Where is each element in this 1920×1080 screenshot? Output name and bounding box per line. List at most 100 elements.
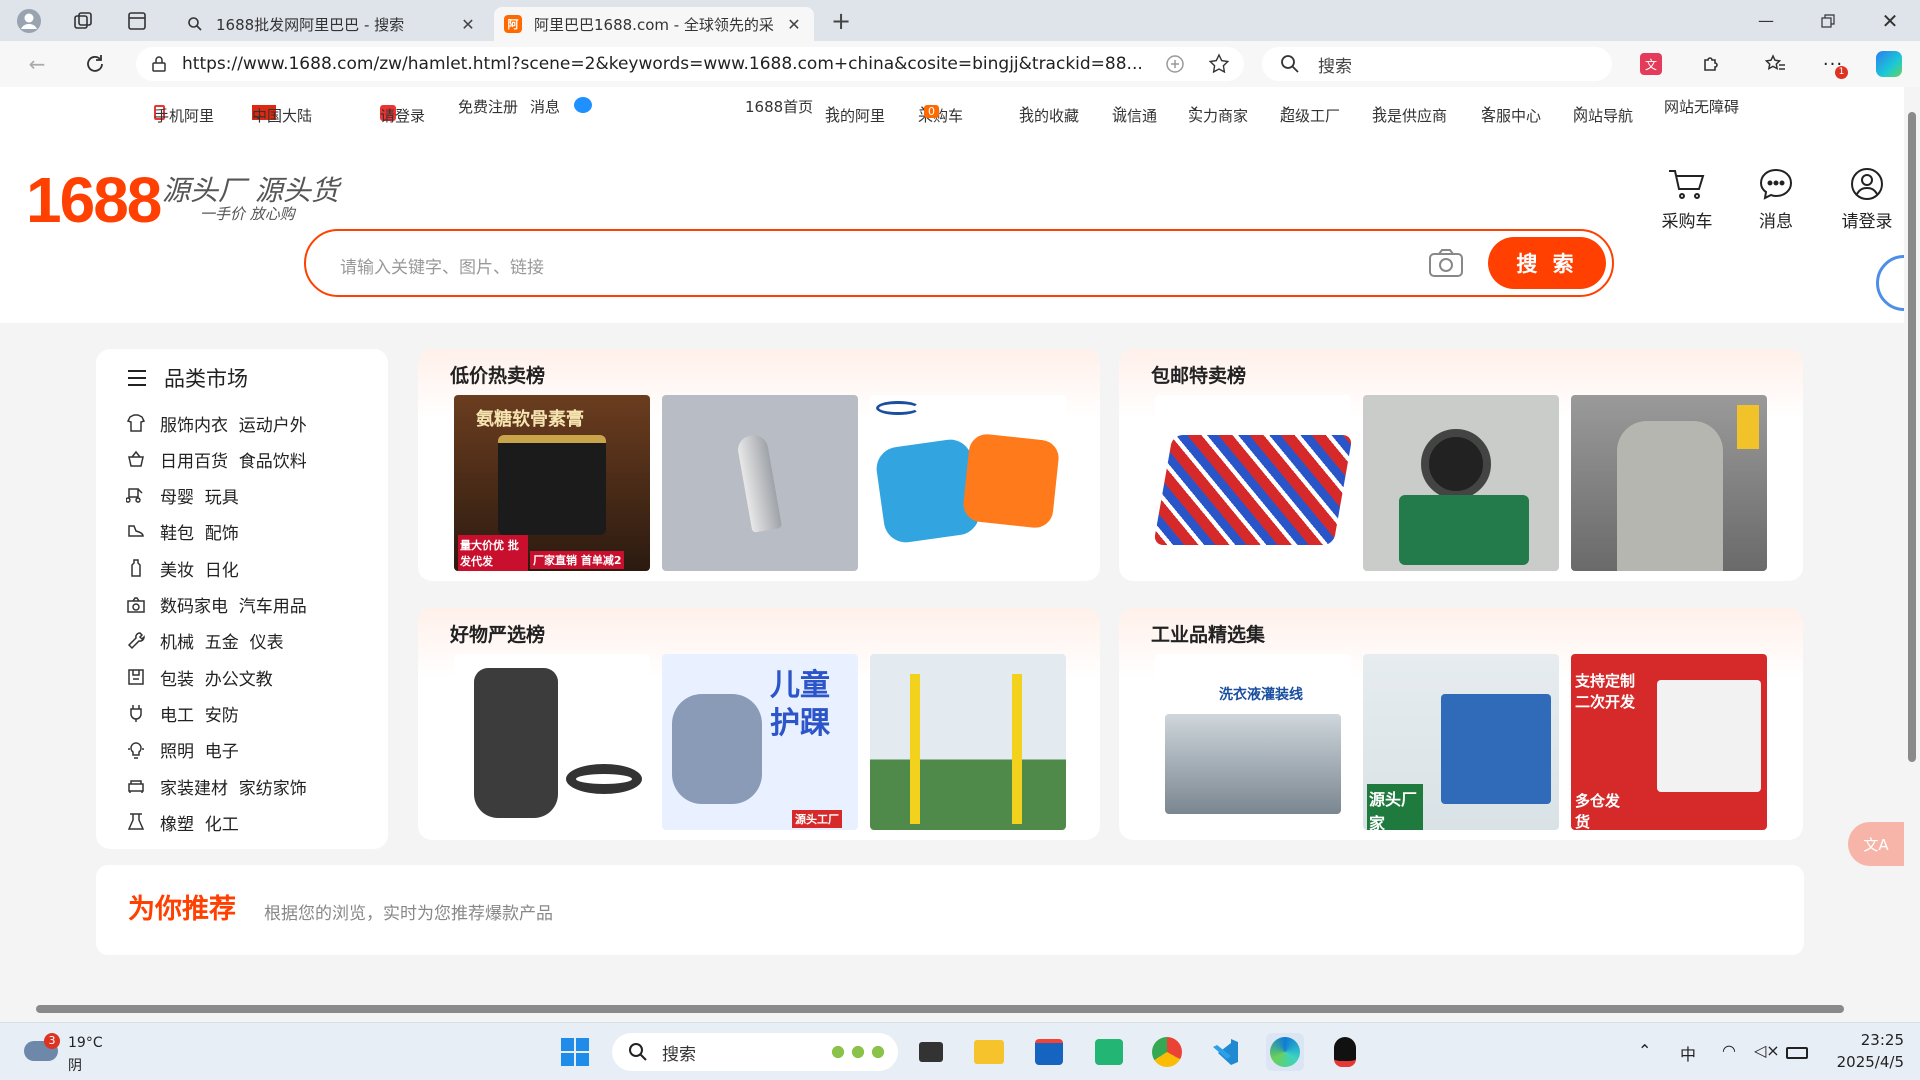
logo-1688[interactable]: 1688 — [26, 163, 162, 237]
copilot-button[interactable] — [1872, 47, 1906, 81]
new-tab-button[interactable]: + — [820, 0, 862, 41]
nav-cxt[interactable]: 诚信通 ⌄ — [1112, 96, 1157, 125]
category-item[interactable]: 母婴 玩具 — [126, 484, 239, 508]
category-item[interactable]: 机械 五金 仪表 — [126, 629, 284, 653]
nav-1688-home[interactable]: 1688首页 — [745, 96, 813, 117]
section-title[interactable]: 好物严选榜 — [450, 620, 545, 647]
main-search-bar[interactable]: 请输入关键字、图片、链接 搜 索 — [304, 229, 1614, 297]
product-tag: 源头厂家 — [1367, 784, 1423, 830]
profile-button[interactable] — [8, 0, 50, 41]
category-item[interactable]: 电工 安防 — [126, 701, 239, 726]
nav-service[interactable]: 客服中心 ⌄ — [1481, 96, 1541, 125]
qq-button[interactable] — [1326, 1033, 1364, 1071]
extensions-button[interactable] — [1694, 47, 1728, 81]
category-item[interactable]: 橡塑 化工 — [126, 810, 239, 835]
tab-actions-button[interactable] — [116, 0, 158, 41]
clock-time[interactable]: 23:25 — [1828, 1031, 1904, 1049]
puzzle-icon — [1704, 57, 1718, 71]
start-button[interactable] — [556, 1033, 594, 1071]
category-item[interactable]: 家装建材 家纺家饰 — [126, 774, 307, 799]
product-card[interactable]: 支持定制 二次开发 多仓发货 — [1571, 654, 1767, 830]
back-button[interactable]: ← — [14, 41, 60, 87]
wifi-icon[interactable]: ◠ — [1722, 1041, 1736, 1060]
settings-more-button[interactable]: ··· 1 — [1816, 47, 1850, 81]
store-icon — [1035, 1039, 1063, 1065]
nav-favorites[interactable]: 我的收藏 ⌄ — [1019, 96, 1079, 125]
minimize-button[interactable]: — — [1736, 0, 1796, 41]
app-button[interactable] — [1090, 1033, 1128, 1071]
nav-cart[interactable]: 采购车 0 ⌄ — [918, 96, 963, 125]
category-item[interactable]: 服饰内衣 运动户外 — [126, 411, 307, 436]
chat-bubble-icon[interactable] — [574, 97, 592, 113]
section-title[interactable]: 工业品精选集 — [1151, 620, 1265, 647]
extension-button[interactable]: 文 — [1634, 47, 1668, 81]
header-login[interactable]: 请登录 — [1830, 167, 1904, 232]
chrome-button[interactable] — [1148, 1033, 1186, 1071]
taskbar-search[interactable]: 搜索 — [612, 1033, 898, 1071]
category-item[interactable]: 美妆 日化 — [126, 556, 239, 581]
board-image — [1399, 495, 1529, 565]
product-card[interactable]: 儿童 护踝 源头工厂 — [662, 654, 858, 830]
header-cart[interactable]: 采购车 — [1652, 167, 1722, 232]
volume-icon[interactable]: ◁× — [1754, 1041, 1780, 1060]
refresh-button[interactable] — [72, 41, 118, 87]
search-button[interactable]: 搜 索 — [1488, 237, 1606, 289]
product-tag: 支持定制 二次开发 — [1575, 672, 1636, 711]
battery-icon[interactable] — [1786, 1047, 1808, 1059]
site-info-icon[interactable] — [150, 55, 168, 73]
ime-indicator[interactable]: 中 — [1680, 1041, 1696, 1065]
translate-float-button[interactable]: 文A — [1848, 822, 1904, 866]
tab-bing-search[interactable]: 1688批发网阿里巴巴 - 搜索 ✕ — [176, 7, 488, 41]
product-card[interactable] — [1571, 395, 1767, 571]
vscode-button[interactable] — [1206, 1033, 1244, 1071]
product-card[interactable] — [870, 654, 1066, 830]
tray-overflow-icon[interactable]: ⌃ — [1638, 1041, 1651, 1060]
favorites-button[interactable] — [1758, 47, 1792, 81]
header-messages[interactable]: 消息 — [1741, 167, 1811, 232]
register-link[interactable]: 免费注册 — [458, 96, 518, 117]
store-button[interactable] — [1030, 1033, 1068, 1071]
section-title[interactable]: 低价热卖榜 — [450, 361, 545, 388]
product-card[interactable] — [454, 654, 650, 830]
product-card[interactable]: 氨糖软骨素膏 量大价优 批发代发 厂家直销 首单减2 — [454, 395, 650, 571]
product-card[interactable] — [870, 395, 1066, 571]
translate-icon[interactable] — [1164, 53, 1186, 75]
horizontal-scrollbar-thumb[interactable] — [36, 1005, 1844, 1013]
restore-button[interactable] — [1798, 0, 1858, 41]
edge-button[interactable] — [1266, 1033, 1304, 1071]
nav-accessibility[interactable]: 网站无障碍 — [1664, 96, 1739, 117]
favorite-star-icon[interactable] — [1208, 53, 1230, 75]
clock-date[interactable]: 2025/4/5 — [1818, 1053, 1904, 1071]
vertical-scrollbar-thumb[interactable] — [1908, 112, 1916, 762]
file-explorer-button[interactable] — [970, 1033, 1008, 1071]
close-tab-icon[interactable]: ✕ — [784, 15, 804, 34]
nav-super-factory[interactable]: 超级工厂 ⌄ — [1280, 96, 1340, 125]
product-card[interactable]: 源头厂家 — [1363, 654, 1559, 830]
product-card[interactable]: 洗衣液灌装线 — [1155, 654, 1351, 830]
workspaces-button[interactable] — [62, 0, 104, 41]
category-item[interactable]: 照明 电子 — [126, 738, 239, 762]
tab-1688[interactable]: 阿 阿里巴巴1688.com - 全球领先的采 ✕ — [494, 7, 814, 41]
nav-my-ali[interactable]: 我的阿里 ⌄ — [825, 96, 885, 125]
weather-widget[interactable]: 3 19°C 阴 — [22, 1031, 132, 1075]
section-title[interactable]: 包邮特卖榜 — [1151, 361, 1246, 388]
message-link[interactable]: 消息 — [530, 96, 560, 117]
camera-search-icon[interactable] — [1428, 247, 1464, 279]
nav-site-nav[interactable]: 网站导航 ⌄ — [1573, 96, 1633, 125]
category-item[interactable]: 鞋包 配饰 — [126, 520, 239, 544]
product-card[interactable] — [662, 395, 858, 571]
category-item[interactable]: 数码家电 汽车用品 — [126, 593, 307, 617]
task-view-button[interactable] — [912, 1033, 950, 1071]
tank-top-image — [1617, 421, 1723, 571]
url-bar[interactable]: https://www.1688.com/zw/hamlet.html?scen… — [136, 47, 1244, 81]
product-card[interactable] — [1155, 395, 1351, 571]
close-window-button[interactable]: ✕ — [1860, 0, 1920, 41]
browser-search-box[interactable]: 搜索 — [1262, 47, 1612, 81]
nav-strong-merchant[interactable]: 实力商家 ⌄ — [1188, 96, 1248, 125]
category-item[interactable]: 日用百货 食品饮料 — [126, 447, 307, 472]
category-item[interactable]: 包装 办公文教 — [126, 665, 273, 690]
product-card[interactable] — [1363, 395, 1559, 571]
slide-image — [1155, 435, 1351, 545]
nav-supplier[interactable]: 我是供应商 ⌄ — [1372, 96, 1447, 125]
close-tab-icon[interactable]: ✕ — [458, 15, 478, 34]
